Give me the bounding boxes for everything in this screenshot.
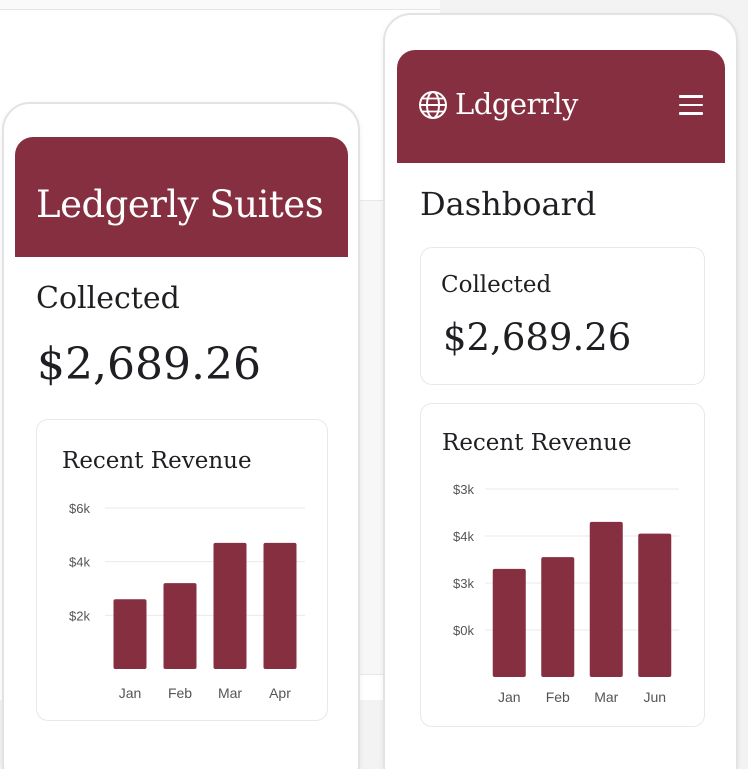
x-tick-label: Mar [594,689,618,705]
x-tick-label: Feb [546,689,570,705]
collected-card: Collected $2,689.26 [420,247,705,385]
app-header: Ledgerly Suites [15,137,348,257]
chart-bar-feb[interactable] [541,557,575,677]
collected-label: Collected [441,272,552,298]
x-tick-label: Mar [218,685,242,701]
revenue-chart-card: Recent Revenue $3k $4k $3k $0k Jan Feb Mar Jun [420,403,705,727]
collected-label: Collected [36,281,180,316]
chart-bar-mar[interactable] [589,521,623,677]
chart-bar-mar[interactable] [213,542,247,669]
collected-amount: $2,689.26 [443,316,632,359]
y-tick-label: $3k [453,576,474,591]
x-tick-label: Jan [119,685,142,701]
y-tick-label: $4k [69,555,90,570]
revenue-bar-chart: $3k $4k $3k $0k Jan Feb Mar Jun [453,482,679,705]
chart-bar-jan[interactable] [492,568,526,677]
phone-mockup-right: Ldgerrly Dashboard Collected $2,689.26 R… [383,13,738,769]
y-tick-label: $4k [453,529,474,544]
y-tick-label: $0k [453,623,474,638]
collected-amount: $2,689.26 [37,339,261,390]
revenue-bar-chart: $6k $4k $2k Jan Feb Mar Apr [69,501,305,701]
revenue-chart-card: Recent Revenue $6k $4k $2k Jan Feb Mar Apr [36,419,328,721]
globe-icon [419,91,447,119]
x-tick-label: Jan [498,689,521,705]
header-title: Ledgerly Suites [36,183,324,226]
phone-mockup-left: Ledgerly Suites Collected $2,689.26 Rece… [2,102,360,769]
y-tick-label: $6k [69,501,90,516]
chart-bar-jun[interactable] [638,533,672,677]
x-tick-label: Apr [269,685,291,701]
background-top-bar [0,0,440,10]
x-tick-label: Jun [643,689,666,705]
chart-bar-jan[interactable] [113,599,147,669]
page-title: Dashboard [420,185,597,223]
app-header: Ldgerrly [397,50,725,163]
y-tick-label: $3k [453,482,474,497]
chart-bar-apr[interactable] [263,542,297,669]
chart-bar-feb[interactable] [163,583,197,669]
y-tick-label: $2k [69,608,90,623]
brand-name: Ldgerrly [455,87,578,121]
x-tick-label: Feb [168,685,192,701]
hamburger-menu-icon[interactable] [679,95,703,115]
